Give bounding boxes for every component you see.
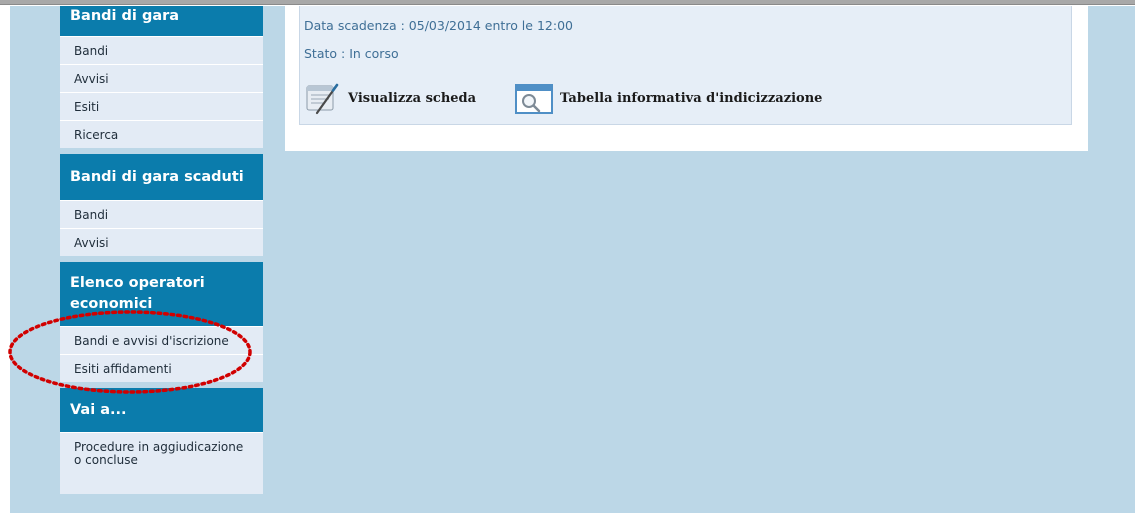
top-border	[0, 0, 1135, 5]
sidebar-item-esiti-affidamenti[interactable]: Esiti affidamenti	[60, 354, 263, 382]
sidebar: Bandi di gara Bandi Avvisi Esiti Ricerca…	[60, 6, 263, 494]
notepad-pencil-icon	[306, 83, 339, 115]
section-header-elenco-operatori: Elenco operatori economici	[60, 262, 263, 326]
sidebar-item-bandi-avvisi-iscrizione[interactable]: Bandi e avvisi d'iscrizione	[60, 326, 263, 354]
detail-actions: Visualizza scheda Tabella informativa d'…	[300, 78, 1060, 118]
tender-detail-box: Data scadenza : 05/03/2014 entro le 12:0…	[299, 6, 1072, 125]
sidebar-item-esiti[interactable]: Esiti	[60, 92, 263, 120]
section-header-bandi-scaduti: Bandi di gara scaduti	[60, 154, 263, 200]
view-details-label: Visualizza scheda	[348, 90, 477, 106]
section-header-bandi-di-gara: Bandi di gara	[60, 6, 263, 36]
sidebar-item-bandi[interactable]: Bandi	[60, 36, 263, 64]
section-header-vai-a: Vai a...	[60, 388, 263, 432]
sidebar-item-procedure[interactable]: Procedure in aggiudicazione o concluse	[60, 432, 263, 494]
deadline-text: Data scadenza : 05/03/2014 entro le 12:0…	[304, 18, 573, 33]
sidebar-item-ricerca[interactable]: Ricerca	[60, 120, 263, 148]
magnifier-window-icon	[515, 84, 553, 114]
page-left-margin	[0, 6, 10, 513]
sidebar-item-bandi-scaduti[interactable]: Bandi	[60, 200, 263, 228]
content-panel: Data scadenza : 05/03/2014 entro le 12:0…	[285, 6, 1088, 151]
index-table-link[interactable]: Tabella informativa d'indicizzazione	[514, 78, 822, 118]
index-table-label: Tabella informativa d'indicizzazione	[560, 90, 823, 106]
sidebar-item-avvisi[interactable]: Avvisi	[60, 64, 263, 92]
sidebar-item-avvisi-scaduti[interactable]: Avvisi	[60, 228, 263, 256]
view-details-link[interactable]: Visualizza scheda	[304, 78, 476, 118]
status-text: Stato : In corso	[304, 46, 399, 61]
